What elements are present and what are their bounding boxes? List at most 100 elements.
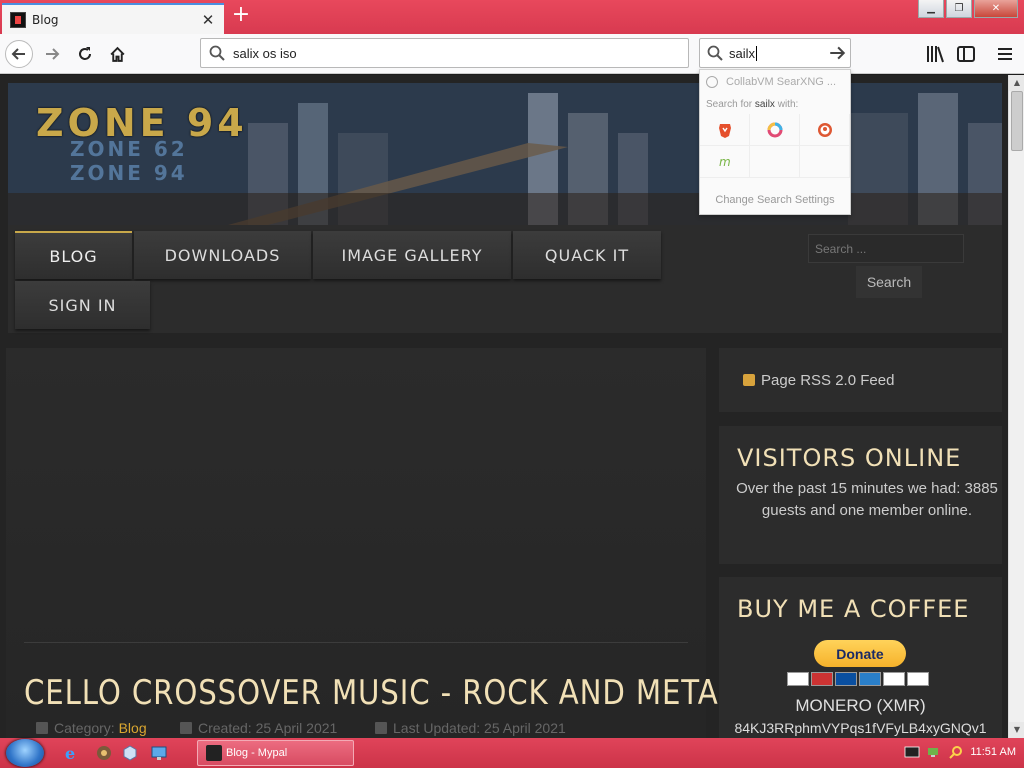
updated-date: Last Updated: 25 April 2021 [393, 720, 566, 736]
reload-icon [79, 47, 91, 60]
search-suggestion-item[interactable]: CollabVM SearXNG ... [700, 70, 850, 94]
created-date: Created: 25 April 2021 [198, 720, 338, 736]
system-tray: 11:51 AM [904, 745, 1016, 759]
search-query-text: sailx [729, 45, 756, 61]
forward-button[interactable] [38, 40, 66, 68]
bank-card-icon [907, 672, 929, 686]
article-category: Category: Blog [36, 720, 147, 736]
internet-explorer-icon[interactable]: e [64, 744, 82, 762]
search-go-arrow-icon[interactable] [828, 44, 846, 62]
main-menu: BLOG DOWNLOADS IMAGE GALLERY QUACK IT SI… [8, 225, 1002, 333]
start-button[interactable] [6, 739, 44, 767]
menu-item-blog[interactable]: BLOG [15, 231, 132, 279]
mypal-browser-icon[interactable] [95, 744, 113, 762]
navigation-toolbar: salix os iso sailx [0, 34, 1024, 74]
svg-text:m: m [719, 155, 731, 169]
maestro-icon [835, 672, 857, 686]
search-icon [209, 45, 225, 61]
engine-duckduckgo-button[interactable] [800, 114, 850, 146]
search-icon [707, 45, 723, 61]
home-button[interactable] [103, 40, 131, 68]
taskbar-window-label: Blog - Mypal [226, 747, 288, 759]
home-icon [109, 46, 125, 62]
calendar-icon [375, 722, 387, 734]
article-title[interactable]: CELLO CROSSOVER MUSIC - ROCK AND METAL [24, 673, 736, 713]
url-text: salix os iso [233, 45, 297, 61]
payment-cards [787, 672, 931, 686]
folder-icon [36, 722, 48, 734]
article-panel: CELLO CROSSOVER MUSIC - ROCK AND METAL C… [6, 348, 735, 738]
menu-item-image-gallery[interactable]: IMAGE GALLERY [313, 231, 511, 279]
scrollbar-thumb[interactable] [1011, 91, 1023, 151]
globe-icon [706, 76, 718, 88]
window-controls: ▁ ❐ ✕ [916, 0, 1018, 18]
search-bar[interactable]: sailx [699, 38, 851, 68]
monero-address: 84KJ3RRphmVYPqs1fVFyLB4xyGNQv1 [734, 720, 987, 736]
mojeek-icon: m [719, 155, 731, 169]
menu-item-quack-it[interactable]: QUACK IT [513, 231, 661, 279]
library-icon[interactable] [924, 43, 946, 65]
brave-icon [718, 123, 731, 138]
divider [24, 642, 688, 643]
visitors-text: Over the past 15 minutes we had: 3885 gu… [736, 480, 998, 519]
menu-item-sign-in[interactable]: SIGN IN [15, 281, 150, 329]
donate-button[interactable]: Donate [814, 640, 906, 667]
mypal-browser-icon [206, 745, 222, 761]
back-button[interactable] [5, 40, 33, 68]
text-cursor [756, 45, 758, 61]
suggestion-text: CollabVM SearXNG ... [726, 76, 837, 88]
search-for-prefix: Search for [706, 99, 753, 110]
category-link[interactable]: Blog [119, 720, 147, 736]
category-label: Category: [54, 720, 115, 736]
visa-card-icon [787, 672, 809, 686]
scroll-up-arrow-icon[interactable]: ▲ [1009, 75, 1024, 91]
minimize-button[interactable]: ▁ [918, 0, 944, 18]
forward-arrow-icon [46, 48, 60, 60]
svg-text:e: e [65, 744, 75, 762]
new-tab-button[interactable]: + [230, 4, 252, 26]
visitors-title: VISITORS ONLINE [737, 444, 962, 472]
menu-item-downloads[interactable]: DOWNLOADS [134, 231, 311, 279]
maximize-button[interactable]: ❐ [946, 0, 972, 18]
page-scrollbar[interactable]: ▲ ▼ [1008, 75, 1024, 738]
qwant-icon [767, 122, 782, 137]
reload-button[interactable] [71, 40, 99, 68]
site-search-button[interactable]: Search [856, 266, 922, 298]
engine-empty-slot [800, 146, 850, 178]
site-logo-sub: ZONE 94 [70, 161, 188, 185]
keyboard-icon[interactable] [904, 745, 920, 759]
engine-brave-button[interactable] [700, 114, 750, 146]
virtualbox-icon[interactable] [121, 744, 139, 762]
clock[interactable]: 11:51 AM [970, 746, 1016, 758]
tab-blog[interactable]: Blog ✕ [2, 3, 224, 34]
taskbar-window-blog-mypal[interactable]: Blog - Mypal [197, 740, 354, 766]
url-bar[interactable]: salix os iso [200, 38, 689, 68]
back-arrow-icon [11, 48, 25, 60]
site-search-input[interactable]: Search ... [808, 234, 964, 263]
monero-label: MONERO (XMR) [795, 696, 926, 715]
rss-link[interactable]: Page RSS 2.0 Feed [761, 372, 894, 389]
engine-qwant-button[interactable] [750, 114, 800, 146]
search-for-suffix: with: [777, 99, 799, 110]
engine-mojeek-button[interactable]: m [700, 146, 750, 178]
close-window-button[interactable]: ✕ [974, 0, 1018, 18]
change-search-settings-link[interactable]: Change Search Settings [700, 194, 850, 206]
mastercard-icon [811, 672, 833, 686]
search-icon[interactable] [948, 745, 964, 759]
sidebar-toggle-icon[interactable] [955, 43, 977, 65]
engine-empty-slot [750, 146, 800, 178]
coffee-title: BUY ME A COFFEE [737, 595, 970, 623]
article-created: Created: 25 April 2021 [180, 720, 337, 736]
hamburger-menu-icon[interactable] [994, 43, 1016, 65]
network-icon[interactable] [926, 745, 942, 759]
visitors-online-box: VISITORS ONLINE Over the past 15 minutes… [719, 426, 1002, 564]
web-page: ZONE 94 ZONE 62 ZONE 94 BLOG DOWNLOADS I… [0, 75, 1008, 738]
tab-title: Blog [32, 12, 59, 27]
scroll-down-arrow-icon[interactable]: ▼ [1009, 722, 1024, 738]
search-for-label: Search for sailx with: [700, 94, 850, 114]
monitor-icon[interactable] [150, 744, 168, 762]
site-logo-sub: ZONE 62 [70, 137, 188, 161]
taskbar: e Blog - Mypal 11:51 AM [0, 738, 1024, 768]
tab-close-button[interactable]: ✕ [198, 11, 218, 29]
title-bar: Blog ✕ + ▁ ❐ ✕ [0, 0, 1024, 34]
